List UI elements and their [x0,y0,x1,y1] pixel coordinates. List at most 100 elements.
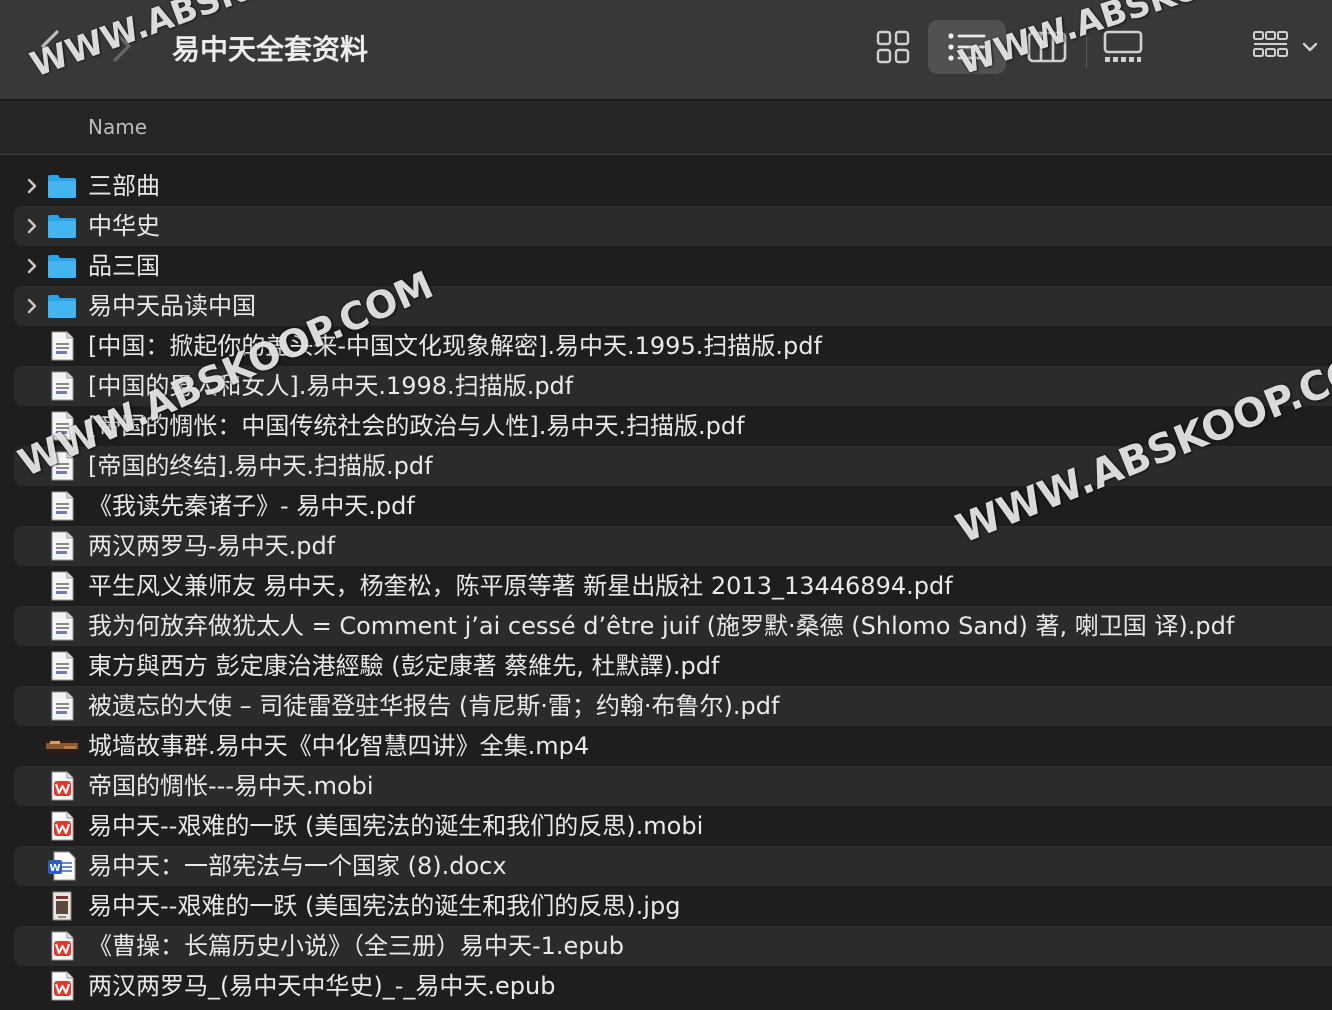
list-view-button[interactable] [928,20,1006,74]
pdf-file-icon [51,411,74,441]
finder-window: 易中天全套资料 Name 三部曲 中华史 品三国 易中天品读中国 [中国：掀起你… [0,0,1332,1010]
pdf-file-icon [46,570,78,602]
wps-ebook-icon [51,811,74,841]
file-row[interactable]: 帝国的惆怅---易中天.mobi [14,766,1332,806]
pdf-file-icon [46,490,78,522]
wps-ebook-icon [51,971,74,1001]
forward-button[interactable] [100,24,144,68]
file-row[interactable]: 《曹操：长篇历史小说》（全三册）易中天-1.epub [14,926,1332,966]
pdf-file-icon [51,531,74,561]
pdf-file-icon [46,610,78,642]
file-row[interactable]: 我为何放弃做犹太人 = Comment j’ai cessé d’être ju… [14,606,1332,646]
file-row[interactable]: 平生风义兼师友 易中天，杨奎松，陈平原等著 新星出版社 2013_1344689… [14,566,1332,606]
chevron-left-icon [41,30,59,62]
group-by-button[interactable] [1246,20,1330,74]
disclosure-chevron-icon[interactable] [22,256,42,276]
disclosure-chevron-icon[interactable] [22,176,42,196]
word-document-icon: W [46,850,78,882]
wps-ebook-icon [46,770,78,802]
file-name: [帝国的终结].易中天.扫描版.pdf [88,452,433,480]
icon-view-button[interactable] [866,20,920,74]
columns-icon [1027,31,1067,63]
folder-icon [46,210,78,242]
column-header: Name [0,101,1332,155]
pdf-file-icon [51,611,74,641]
file-row[interactable]: 易中天--艰难的一跃 (美国宪法的诞生和我们的反思).jpg [14,886,1332,926]
word-document-icon: W [48,851,76,881]
file-row[interactable]: 被遗忘的大使 – 司徒雷登驻华报告 (肯尼斯·雷；约翰·布鲁尔).pdf [14,686,1332,726]
file-row[interactable]: [中国的男人和女人].易中天.1998.扫描版.pdf [14,366,1332,406]
gallery-view-button[interactable] [1094,20,1152,74]
file-row[interactable]: 两汉两罗马_(易中天中华史)_-_易中天.epub [14,966,1332,1006]
window-title: 易中天全套资料 [172,33,369,66]
file-name: 品三国 [88,252,160,280]
file-name: 《我读先秦诸子》- 易中天.pdf [88,492,415,520]
file-name: 我为何放弃做犹太人 = Comment j’ai cessé d’être ju… [88,612,1235,640]
group-grid-icon [1253,31,1288,57]
video-thumbnail-icon [46,730,78,762]
file-name: [帝国的惆怅：中国传统社会的政治与人性].易中天.扫描版.pdf [88,412,745,440]
folder-icon [48,255,76,278]
column-view-button[interactable] [1018,20,1076,74]
file-row[interactable]: [帝国的惆怅：中国传统社会的政治与人性].易中天.扫描版.pdf [14,406,1332,446]
chevron-right-icon [113,30,131,62]
file-row[interactable]: 東方與西方 彭定康治港經驗 (彭定康著 蔡維先, 杜默譯).pdf [14,646,1332,686]
pdf-file-icon [51,371,74,401]
gallery-icon [1103,30,1143,62]
disclosure-chevron-icon[interactable] [22,216,42,236]
file-row[interactable]: 两汉两罗马-易中天.pdf [14,526,1332,566]
folder-row[interactable]: 三部曲 [14,166,1332,206]
folder-icon [46,170,78,202]
wps-ebook-icon [46,810,78,842]
file-name: [中国的男人和女人].易中天.1998.扫描版.pdf [88,372,574,400]
file-row[interactable]: 易中天--艰难的一跃 (美国宪法的诞生和我们的反思).mobi [14,806,1332,846]
file-name: 中华史 [88,212,160,240]
folder-icon [48,175,76,198]
pdf-file-icon [46,530,78,562]
chevron-down-icon [1302,42,1318,52]
file-name: 城墙故事群.易中天《中化智慧四讲》全集.mp4 [88,732,590,760]
pdf-file-icon [46,450,78,482]
file-row[interactable]: [中国：掀起你的盖头来-中国文化现象解密].易中天.1995.扫描版.pdf [14,326,1332,366]
pdf-file-icon [51,491,74,521]
file-row[interactable]: [帝国的终结].易中天.扫描版.pdf [14,446,1332,486]
pdf-file-icon [51,451,74,481]
folder-icon [48,295,76,318]
pdf-file-icon [51,651,74,681]
file-list: 三部曲中华史品三国易中天品读中国 [中国：掀起你的盖头来-中国文化现象解密].易中… [0,166,1332,1006]
folder-icon [46,290,78,322]
folder-row[interactable]: 品三国 [14,246,1332,286]
file-name: 帝国的惆怅---易中天.mobi [88,772,374,800]
file-row[interactable]: W 易中天：一部宪法与一个国家 (8).docx [14,846,1332,886]
file-name: 易中天品读中国 [88,292,256,320]
pdf-file-icon [51,331,74,361]
disclosure-chevron-icon[interactable] [22,296,42,316]
back-button[interactable] [28,24,72,68]
file-name: 易中天--艰难的一跃 (美国宪法的诞生和我们的反思).mobi [88,812,704,840]
svg-text:W: W [49,863,60,874]
file-name: 两汉两罗马-易中天.pdf [88,532,336,560]
pdf-file-icon [46,330,78,362]
name-column-header[interactable]: Name [88,115,147,139]
file-name: 易中天--艰难的一跃 (美国宪法的诞生和我们的反思).jpg [88,892,681,920]
file-row[interactable]: 《我读先秦诸子》- 易中天.pdf [14,486,1332,526]
folder-row[interactable]: 中华史 [14,206,1332,246]
pdf-file-icon [51,691,74,721]
toolbar-divider [1086,26,1087,68]
pdf-file-icon [46,370,78,402]
pdf-file-icon [46,690,78,722]
wps-ebook-icon [51,931,74,961]
list-icon [948,33,986,61]
file-row[interactable]: 城墙故事群.易中天《中化智慧四讲》全集.mp4 [14,726,1332,766]
wps-ebook-icon [46,930,78,962]
file-name: [中国：掀起你的盖头来-中国文化现象解密].易中天.1995.扫描版.pdf [88,332,822,360]
file-name: 被遗忘的大使 – 司徒雷登驻华报告 (肯尼斯·雷；约翰·布鲁尔).pdf [88,692,780,720]
grid-icon [876,30,910,64]
folder-row[interactable]: 易中天品读中国 [14,286,1332,326]
file-name: 两汉两罗马_(易中天中华史)_-_易中天.epub [88,972,556,1000]
file-name: 易中天：一部宪法与一个国家 (8).docx [88,852,507,880]
pdf-file-icon [46,650,78,682]
wps-ebook-icon [46,970,78,1002]
toolbar: 易中天全套资料 [0,0,1332,100]
image-thumbnail-icon [52,891,72,921]
